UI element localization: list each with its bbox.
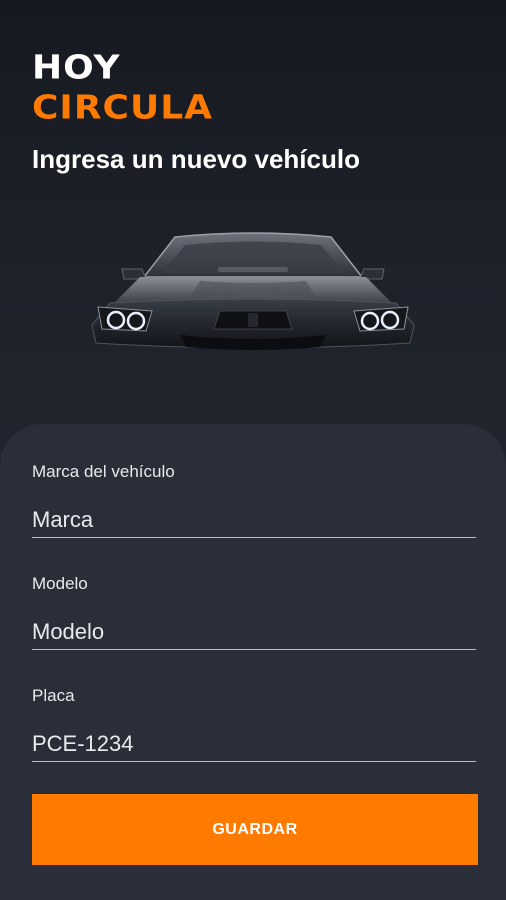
plate-field: Placa [32,686,476,762]
model-field: Modelo [32,574,476,650]
logo-line-1: HOY [32,49,121,87]
logo-line-2: CIRCULA [32,89,213,127]
brand-field: Marca del vehículo [32,462,476,538]
app-logo: HOY CIRCULA [32,52,213,128]
save-button[interactable]: GUARDAR [32,794,478,865]
car-front-image [91,232,415,350]
plate-input[interactable] [32,726,476,762]
model-label: Modelo [32,574,88,593]
page-title: Ingresa un nuevo vehículo [32,144,360,174]
screen: HOY CIRCULA Ingresa un nuevo vehículo Ma… [0,0,506,900]
plate-label: Placa [32,686,75,705]
brand-input[interactable] [32,502,476,538]
model-input[interactable] [32,614,476,650]
brand-label: Marca del vehículo [32,462,175,481]
